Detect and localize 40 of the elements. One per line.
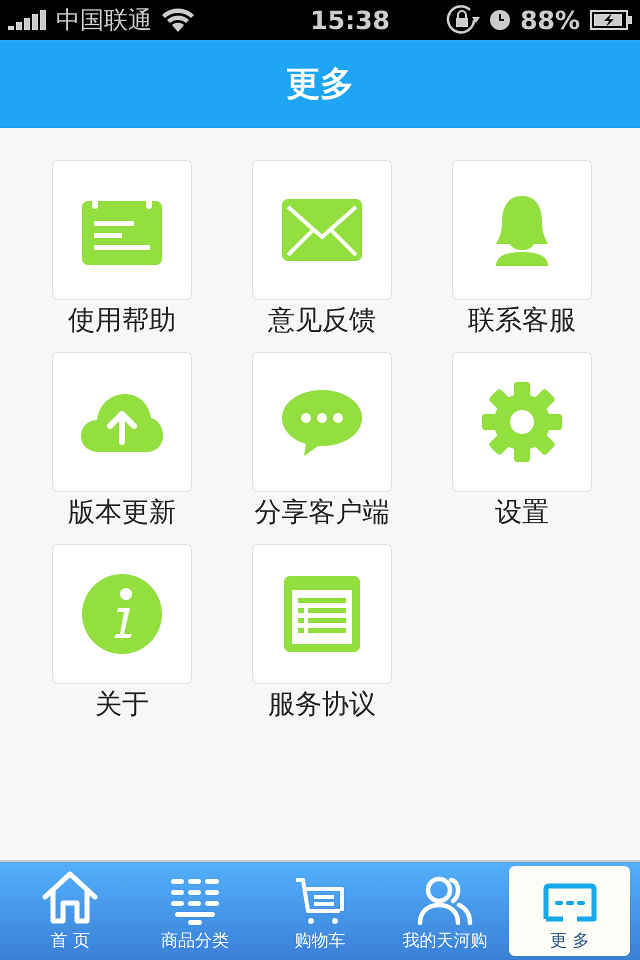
menu-tile[interactable] xyxy=(452,352,592,492)
menu-tile[interactable] xyxy=(52,160,192,300)
menu-tile[interactable] xyxy=(252,352,392,492)
menu-label: 版本更新 xyxy=(68,496,176,530)
cloud-upload-icon xyxy=(81,392,163,452)
menu-label: 分享客户端 xyxy=(254,496,390,530)
wifi-icon xyxy=(162,8,194,32)
menu-label: 意见反馈 xyxy=(268,304,376,338)
carrier-name: 中国联通 xyxy=(56,5,152,36)
battery-percent: 88% xyxy=(520,6,580,34)
cart-icon xyxy=(294,877,346,925)
battery-icon xyxy=(590,10,632,30)
menu-tile[interactable] xyxy=(252,160,392,300)
rotation-lock-icon xyxy=(446,5,480,35)
menu-label: 联系客服 xyxy=(468,304,576,338)
home-icon xyxy=(41,871,100,925)
menu-label: 关于 xyxy=(95,688,149,722)
tab[interactable]: 更 多 xyxy=(509,866,630,956)
list-icon xyxy=(171,879,220,925)
chat-bubble-icon xyxy=(282,388,362,456)
menu-tile[interactable] xyxy=(252,544,392,684)
menu-label: 使用帮助 xyxy=(68,304,176,338)
menu-tile[interactable] xyxy=(52,352,192,492)
tab[interactable]: 我的天河购 xyxy=(384,866,506,956)
tab[interactable]: 购物车 xyxy=(260,866,380,956)
menu-label: 服务协议 xyxy=(268,688,376,722)
clock-icon xyxy=(490,10,510,30)
gear-icon xyxy=(482,382,562,462)
info-icon xyxy=(82,574,162,654)
clock-time: 15:38 xyxy=(309,6,391,34)
envelope-icon xyxy=(282,199,362,261)
tab[interactable]: 首 页 xyxy=(10,866,131,956)
users-icon xyxy=(416,875,473,925)
document-icon xyxy=(284,576,360,652)
signal-icon xyxy=(8,10,46,30)
menu-tile[interactable] xyxy=(52,544,192,684)
menu-label: 设置 xyxy=(495,496,549,530)
tab[interactable]: 商品分类 xyxy=(134,866,256,956)
page-title: 更多 xyxy=(286,63,354,106)
menu-tile[interactable] xyxy=(452,160,592,300)
